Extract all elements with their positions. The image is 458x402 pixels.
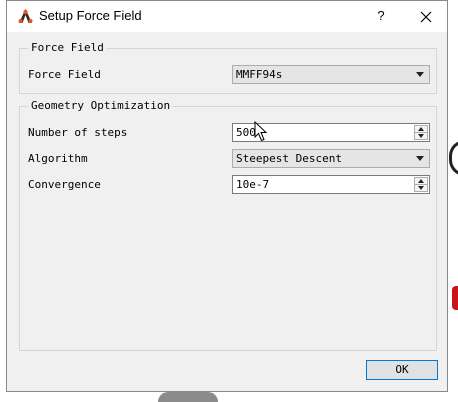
convergence-label: Convergence: [28, 178, 101, 191]
background-molecule-shape: [449, 140, 458, 176]
convergence-value: 10e-7: [236, 178, 270, 191]
help-button[interactable]: ?: [367, 4, 395, 28]
convergence-spin-buttons: [414, 177, 428, 192]
close-button[interactable]: [411, 4, 441, 28]
number-of-steps-label: Number of steps: [28, 126, 128, 139]
background-atom-red: [452, 286, 458, 310]
number-of-steps-spin-buttons: [414, 125, 428, 140]
window-title: Setup Force Field: [39, 8, 142, 23]
spin-up-icon[interactable]: [415, 126, 427, 133]
mouse-cursor-icon: [254, 121, 268, 142]
close-icon: [420, 11, 432, 22]
geometry-optimization-group-title: Geometry Optimization: [28, 99, 174, 113]
number-of-steps-value: 500: [236, 126, 256, 139]
convergence-spinbox[interactable]: 10e-7: [232, 175, 430, 194]
force-field-select-value: MMFF94s: [236, 68, 283, 81]
setup-force-field-dialog: Setup Force Field ? Force Field Force Fi…: [6, 0, 448, 392]
chevron-down-icon: [416, 156, 424, 161]
spin-down-icon[interactable]: [415, 185, 427, 191]
title-bar[interactable]: Setup Force Field ?: [7, 1, 447, 32]
background-atom-grey: [158, 392, 218, 402]
geometry-optimization-group: Geometry Optimization: [19, 99, 437, 351]
algorithm-select-value: Steepest Descent: [236, 152, 342, 165]
algorithm-select[interactable]: Steepest Descent: [232, 149, 430, 168]
spin-down-icon[interactable]: [415, 133, 427, 139]
algorithm-label: Algorithm: [28, 152, 88, 165]
chevron-down-icon: [416, 72, 424, 77]
avogadro-app-icon: [18, 9, 33, 23]
spin-up-icon[interactable]: [415, 178, 427, 185]
force-field-select[interactable]: MMFF94s: [232, 65, 430, 84]
force-field-label: Force Field: [28, 68, 101, 81]
ok-button[interactable]: OK: [366, 360, 438, 380]
force-field-group-title: Force Field: [28, 41, 107, 55]
